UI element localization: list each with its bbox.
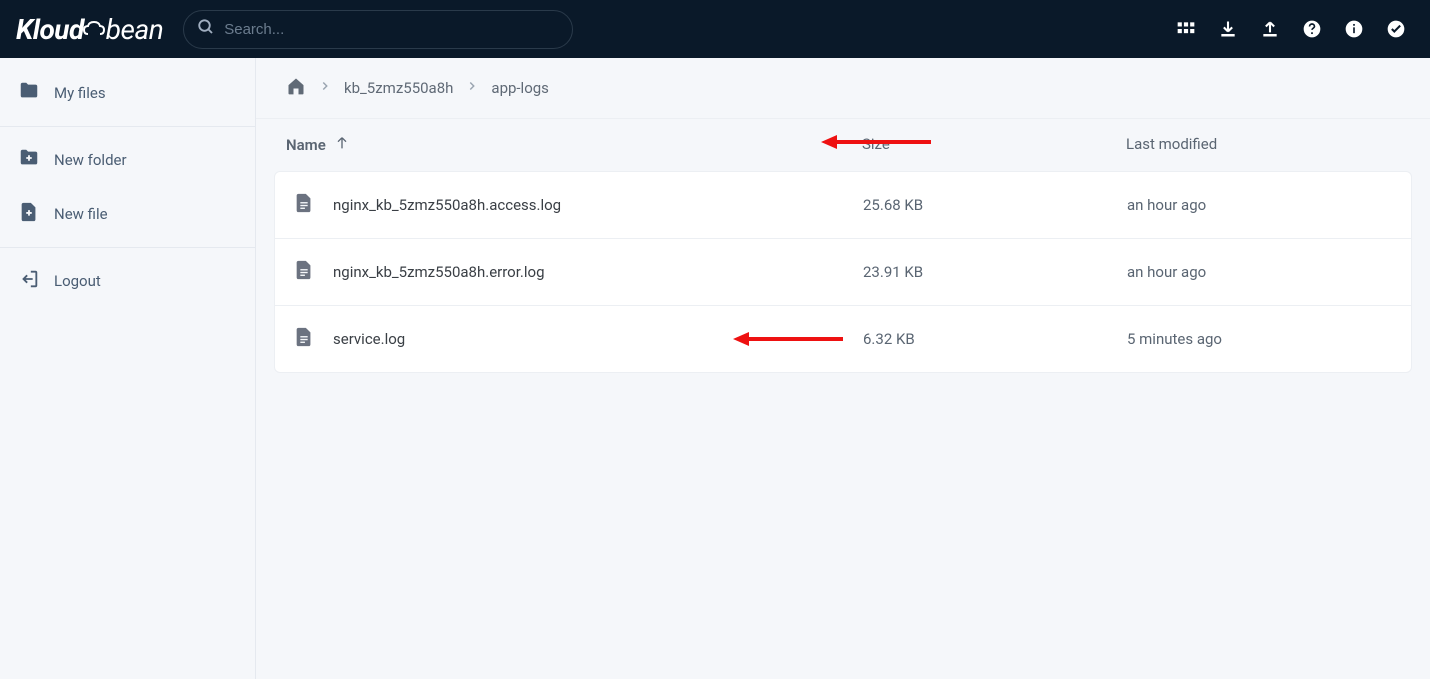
file-modified: 5 minutes ago bbox=[1127, 330, 1399, 348]
app-header: Kloud bean bbox=[0, 0, 1430, 58]
table-row[interactable]: nginx_kb_5zmz550a8h.access.log 25.68 KB … bbox=[275, 172, 1411, 239]
file-list: nginx_kb_5zmz550a8h.access.log 25.68 KB … bbox=[274, 171, 1412, 373]
upload-icon[interactable] bbox=[1260, 19, 1280, 39]
sidebar-item-label: New file bbox=[54, 205, 108, 223]
breadcrumb: kb_5zmz550a8h app-logs bbox=[256, 58, 1430, 119]
brand-part1: Kloud bbox=[16, 13, 84, 46]
sidebar-item-new-file[interactable]: New file bbox=[0, 187, 255, 241]
file-icon bbox=[293, 326, 315, 352]
check-icon[interactable] bbox=[1386, 19, 1406, 39]
sidebar-item-logout[interactable]: Logout bbox=[0, 254, 255, 308]
sort-ascending-icon bbox=[334, 135, 350, 155]
table-row[interactable]: nginx_kb_5zmz550a8h.error.log 23.91 KB a… bbox=[275, 239, 1411, 306]
search-icon bbox=[197, 18, 215, 40]
column-header-name[interactable]: Name bbox=[286, 135, 862, 155]
file-icon bbox=[293, 192, 315, 218]
brand-logo: Kloud bean bbox=[16, 13, 163, 46]
search-input[interactable] bbox=[183, 10, 573, 49]
chevron-right-icon bbox=[465, 79, 479, 97]
file-modified: an hour ago bbox=[1127, 196, 1399, 214]
sidebar-item-label: New folder bbox=[54, 151, 127, 169]
logout-icon bbox=[18, 268, 40, 294]
file-size: 6.32 KB bbox=[863, 330, 1127, 348]
file-name: service.log bbox=[333, 330, 405, 348]
chevron-right-icon bbox=[318, 79, 332, 97]
file-plus-icon bbox=[18, 201, 40, 227]
folder-plus-icon bbox=[18, 147, 40, 173]
brand-part2: bean bbox=[106, 13, 163, 46]
divider bbox=[0, 247, 255, 248]
download-icon[interactable] bbox=[1218, 19, 1238, 39]
sidebar-item-my-files[interactable]: My files bbox=[0, 66, 255, 120]
main-content: kb_5zmz550a8h app-logs Name Size Last mo… bbox=[256, 58, 1430, 679]
table-header: Name Size Last modified bbox=[256, 119, 1430, 171]
apps-icon[interactable] bbox=[1176, 19, 1196, 39]
divider bbox=[0, 126, 255, 127]
header-actions bbox=[1176, 19, 1414, 39]
file-name: nginx_kb_5zmz550a8h.error.log bbox=[333, 263, 545, 281]
file-size: 25.68 KB bbox=[863, 196, 1127, 214]
breadcrumb-home[interactable] bbox=[286, 76, 306, 100]
column-header-modified[interactable]: Last modified bbox=[1126, 135, 1400, 155]
sidebar-item-new-folder[interactable]: New folder bbox=[0, 133, 255, 187]
sidebar: My files New folder New file Logout bbox=[0, 58, 256, 679]
sidebar-item-label: My files bbox=[54, 84, 106, 102]
cloud-icon bbox=[82, 20, 108, 40]
info-icon[interactable] bbox=[1344, 19, 1364, 39]
home-icon bbox=[286, 76, 306, 96]
breadcrumb-segment[interactable]: kb_5zmz550a8h bbox=[344, 79, 453, 97]
breadcrumb-segment-current[interactable]: app-logs bbox=[491, 79, 549, 97]
column-header-size[interactable]: Size bbox=[862, 135, 1126, 155]
sidebar-item-label: Logout bbox=[54, 272, 101, 290]
file-name: nginx_kb_5zmz550a8h.access.log bbox=[333, 196, 561, 214]
table-row[interactable]: service.log 6.32 KB 5 minutes ago bbox=[275, 306, 1411, 372]
file-modified: an hour ago bbox=[1127, 263, 1399, 281]
file-icon bbox=[293, 259, 315, 285]
search-container bbox=[183, 10, 573, 49]
folder-icon bbox=[18, 80, 40, 106]
file-size: 23.91 KB bbox=[863, 263, 1127, 281]
help-icon[interactable] bbox=[1302, 19, 1322, 39]
